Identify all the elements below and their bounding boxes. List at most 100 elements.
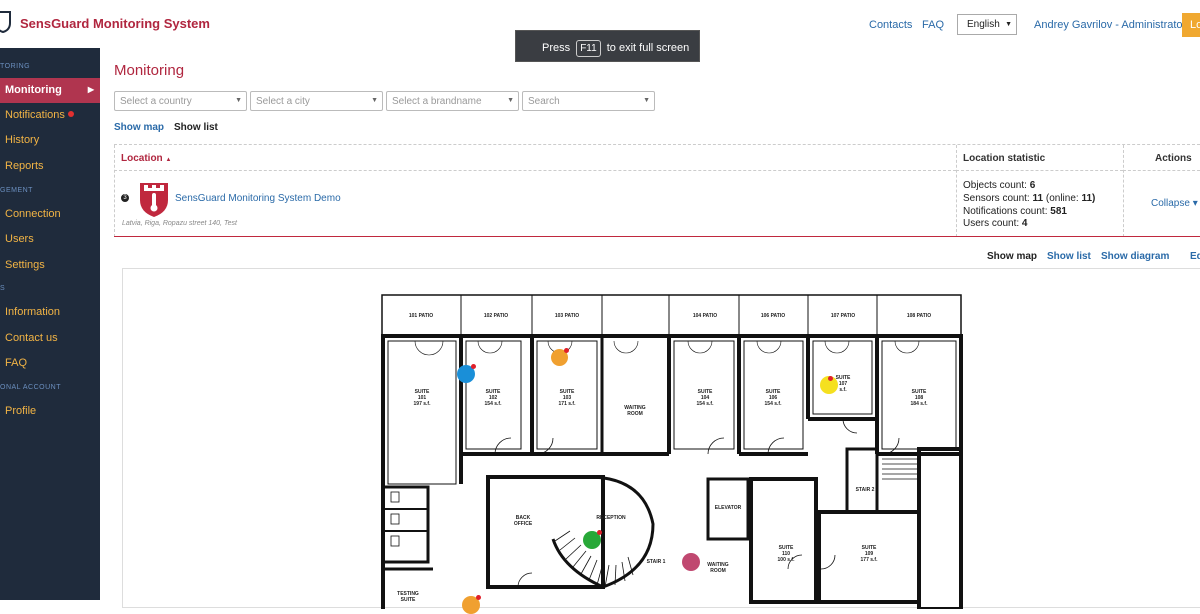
column-divider <box>114 145 115 237</box>
chevron-down-icon: ▼ <box>1005 21 1012 28</box>
sensors-online-label: (online: <box>1045 193 1079 204</box>
map-show-map-link[interactable]: Show map <box>987 251 1037 262</box>
suite-area: 171 s.f. <box>559 401 577 407</box>
sensor-alert-dot <box>476 595 481 600</box>
patio-label: 103 PATIO <box>555 313 579 319</box>
location-header-label: Location <box>121 153 163 164</box>
statistic-column-header: Location statistic <box>956 145 1123 171</box>
location-name-link[interactable]: SensGuard Monitoring System Demo <box>175 193 341 204</box>
sidebar-item-monitoring[interactable]: Monitoring ▶ <box>0 78 100 103</box>
alert-dot-icon <box>67 111 74 117</box>
sensor-marker-suite-107[interactable] <box>820 376 838 394</box>
suite-area: 154 s.f. <box>485 401 503 407</box>
chevron-down-icon: ▼ <box>371 97 378 104</box>
sensor-marker-suite-101[interactable] <box>457 364 476 383</box>
sensors-online-value: 11) <box>1081 193 1096 204</box>
country-select-placeholder: Select a country <box>120 96 192 107</box>
language-select[interactable]: English ▼ <box>957 14 1017 35</box>
sidebar-item-connection[interactable]: Connection <box>0 202 100 227</box>
room-label: STAIR 1 <box>647 559 666 565</box>
sidebar-item-label: Notifications <box>5 109 65 121</box>
page-title: Monitoring <box>114 62 185 79</box>
suite-area: 154 s.f. <box>697 401 715 407</box>
city-select[interactable]: Select a city ▼ <box>250 91 383 111</box>
sensor-marker-testing-suite[interactable] <box>462 595 481 614</box>
location-column-header[interactable]: Location ▲ <box>114 145 956 171</box>
sidebar-item-reports[interactable]: Reports <box>0 154 100 179</box>
notifications-count-label: Notifications count: <box>963 206 1048 217</box>
location-address: Latvia, Riga, Ropazu street 140, Test <box>122 220 237 227</box>
suite-area: 154 s.f. <box>765 401 783 407</box>
column-divider <box>1123 145 1124 237</box>
sensor-marker-waiting-room[interactable] <box>682 553 700 571</box>
fullscreen-toast: Press F11 to exit full screen <box>515 30 700 62</box>
language-value: English <box>967 19 1000 30</box>
notifications-count: Notifications count: 581 <box>963 206 1067 217</box>
chevron-down-icon: ▼ <box>235 97 242 104</box>
notifications-count-value: 581 <box>1050 206 1067 217</box>
room-label: SUITE <box>401 597 416 603</box>
sidebar-item-profile[interactable]: Profile <box>0 399 100 424</box>
actions-column-header: Actions <box>1123 145 1200 171</box>
patio-label: 107 PATIO <box>831 313 855 319</box>
sensor-alert-dot <box>828 376 833 381</box>
map-show-list-link[interactable]: Show list <box>1047 251 1091 262</box>
sensor-alert-dot <box>564 348 569 353</box>
brand-select[interactable]: Select a brandname ▼ <box>386 91 519 111</box>
row-divider <box>114 236 1200 237</box>
sidebar-item-information[interactable]: Information <box>0 300 100 325</box>
show-list-link[interactable]: Show list <box>174 122 218 133</box>
sidebar-item-settings[interactable]: Settings <box>0 253 100 278</box>
collapse-button[interactable]: Collapse ▾ <box>1151 198 1198 209</box>
column-divider <box>956 145 957 237</box>
room-label: RECEPTION <box>596 515 626 521</box>
sensor-marker-reception[interactable] <box>583 530 602 549</box>
app-title: SensGuard Monitoring System <box>20 16 210 31</box>
faq-link[interactable]: FAQ <box>922 19 944 31</box>
sidebar-item-label: Connection <box>5 208 61 220</box>
sidebar-item-label: History <box>5 134 40 146</box>
brand-select-placeholder: Select a brandname <box>392 96 482 107</box>
logout-button[interactable]: Log <box>1182 13 1200 37</box>
chevron-down-icon: ▼ <box>643 97 650 104</box>
sidebar-item-users[interactable]: Users <box>0 227 100 252</box>
shield-logo-icon <box>0 11 11 33</box>
show-diagram-link[interactable]: Show diagram <box>1101 251 1169 262</box>
show-map-link[interactable]: Show map <box>114 122 164 133</box>
sidebar-item-notifications[interactable]: Notifications <box>0 103 100 128</box>
search-placeholder: Search <box>528 96 560 107</box>
sidebar: TORING Monitoring ▶ Notifications Histor… <box>0 48 100 600</box>
city-select-placeholder: Select a city <box>256 96 310 107</box>
floor-plan-map: 101 PATIO 102 PATIO 103 PATIO 104 PATIO 106 … <box>122 268 1200 614</box>
sidebar-item-contact-us[interactable]: Contact us <box>0 326 100 351</box>
sidebar-section-personal-account: ONAL ACCOUNT <box>0 384 61 391</box>
sensor-alert-dot <box>471 364 476 369</box>
sidebar-item-history[interactable]: History <box>0 128 100 153</box>
location-count-badge: 3 <box>121 194 129 202</box>
sensors-count-value: 11 <box>1032 193 1044 204</box>
sidebar-item-label: Contact us <box>5 332 58 344</box>
sidebar-item-faq[interactable]: FAQ <box>0 351 100 376</box>
toast-suffix-text: to exit full screen <box>606 42 690 54</box>
sensguard-logo-icon <box>140 183 168 217</box>
edit-link[interactable]: Ed <box>1190 251 1200 262</box>
sidebar-section-management: GEMENT <box>0 187 33 194</box>
sort-asc-icon: ▲ <box>165 157 172 163</box>
sidebar-item-label: Information <box>5 306 61 318</box>
patio-label: 102 PATIO <box>484 313 508 319</box>
contacts-link[interactable]: Contacts <box>869 19 912 31</box>
room-label: ELEVATOR <box>715 505 742 511</box>
floor-plan-drawing: 101 PATIO 102 PATIO 103 PATIO 104 PATIO 106 … <box>381 294 963 609</box>
country-select[interactable]: Select a country ▼ <box>114 91 247 111</box>
toast-press-text: Press <box>542 42 571 54</box>
search-select[interactable]: Search ▼ <box>522 91 655 111</box>
objects-count-value: 6 <box>1029 180 1036 191</box>
objects-count: Objects count: 6 <box>963 180 1035 191</box>
sensor-marker-suite-103[interactable] <box>551 348 569 366</box>
sensor-alert-dot <box>597 530 602 535</box>
patio-label: 108 PATIO <box>907 313 931 319</box>
suite-area: 100 s.f. <box>778 557 796 563</box>
user-account-link[interactable]: Andrey Gavrilov - Administrator <box>1034 19 1186 31</box>
sensors-count-label: Sensors count: <box>963 193 1030 204</box>
objects-count-label: Objects count: <box>963 180 1027 191</box>
